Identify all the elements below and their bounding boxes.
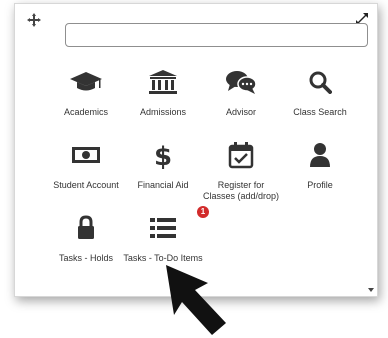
list-icon [143,213,183,243]
tile-label: Financial Aid [137,180,189,190]
widget-panel: Academics Admissions Advisor Class Searc… [14,3,378,297]
chat-bubbles-icon [221,67,261,97]
tile-class-search[interactable]: Class Search [280,67,360,118]
mouse-cursor-icon [166,265,226,335]
tile-tasks-to-do-items[interactable]: Tasks - To-Do Items [123,213,203,264]
tile-label: Student Account [53,180,119,190]
graduation-cap-icon [66,67,106,97]
lock-icon [66,213,106,243]
dollar-sign-icon: $ [143,140,183,170]
money-bill-icon [66,140,106,170]
tile-student-account[interactable]: Student Account [46,140,126,191]
search-icon [300,67,340,97]
tile-financial-aid[interactable]: $ Financial Aid [123,140,203,191]
svg-text:$: $ [154,142,172,169]
tile-admissions[interactable]: Admissions [123,67,203,118]
tile-label: Profile [307,180,333,190]
move-icon[interactable] [27,13,41,27]
calendar-check-icon [221,140,261,170]
tile-profile[interactable]: Profile [280,140,360,191]
tile-label: Academics [63,107,108,117]
scrollbar[interactable] [367,64,375,294]
tile-academics[interactable]: Academics [46,67,126,118]
notification-badge: 1 [197,206,209,218]
user-icon [300,140,340,170]
tile-tasks-holds[interactable]: Tasks - Holds [46,213,126,264]
tile-label: Register for Classes (add/drop) [202,180,280,201]
tile-label: Tasks - Holds [58,253,113,263]
tile-label: Class Search [293,107,347,117]
tile-label: Admissions [139,107,186,117]
tile-label: Advisor [225,107,256,117]
institution-icon [143,67,183,97]
scroll-down-icon[interactable] [367,286,375,294]
tile-advisor[interactable]: Advisor [201,67,281,118]
search-input[interactable] [65,23,368,47]
tile-register-for-classes[interactable]: Register for Classes (add/drop) [201,140,281,202]
